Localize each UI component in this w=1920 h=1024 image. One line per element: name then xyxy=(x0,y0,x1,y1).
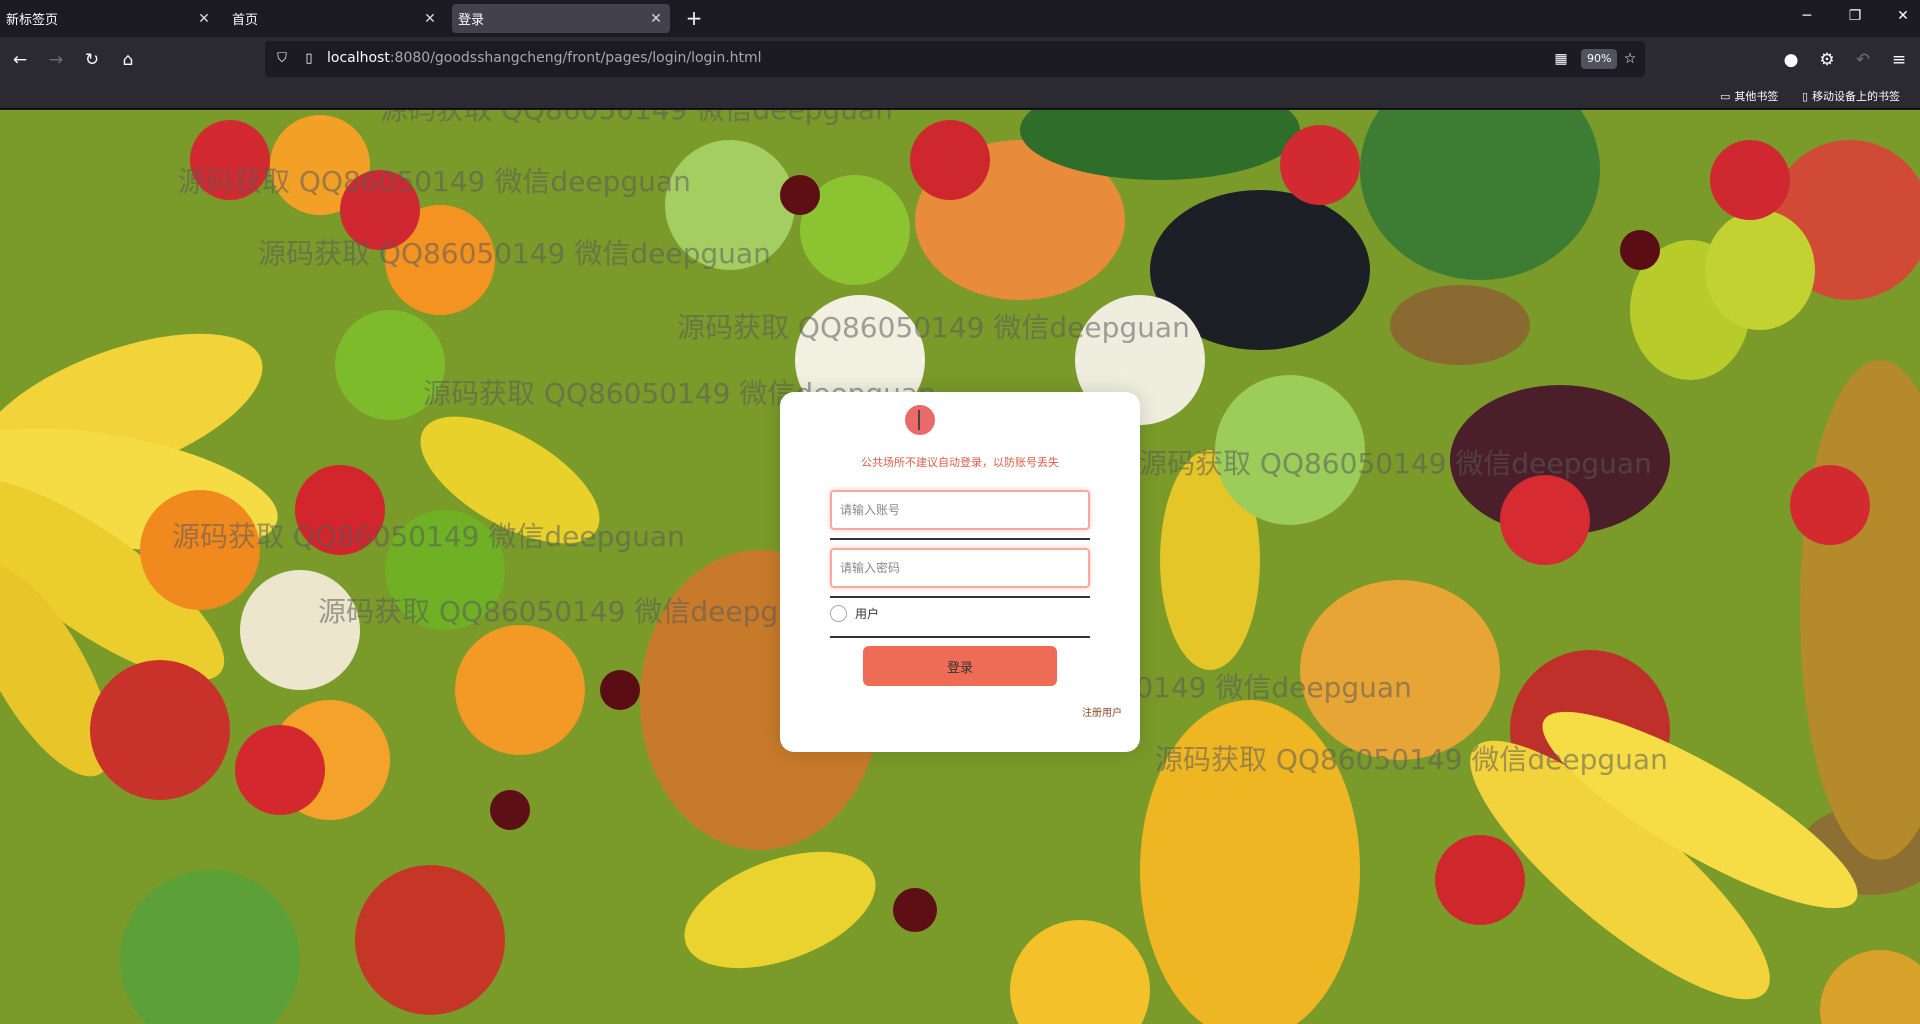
text-cursor-icon xyxy=(918,410,920,430)
mobile-icon: ▯ xyxy=(1802,89,1809,103)
role-radio[interactable] xyxy=(830,605,847,622)
account-input[interactable] xyxy=(830,490,1090,530)
register-link[interactable]: 注册用户 xyxy=(1082,704,1122,719)
page-content: 源码获取 QQ86050149 微信deepguan 源码获取 QQ860501… xyxy=(0,110,1920,1024)
role-underline xyxy=(830,636,1090,638)
password-input[interactable] xyxy=(830,548,1090,588)
role-label: 用户 xyxy=(855,607,880,621)
undo-icon[interactable]: ↶ xyxy=(1851,48,1875,72)
menu-icon[interactable]: ≡ xyxy=(1887,48,1911,72)
qr-code-icon[interactable]: ▦ xyxy=(1551,49,1571,69)
tab-new-tab[interactable]: 新标签页 ✕ xyxy=(0,4,218,33)
close-icon[interactable]: ✕ xyxy=(648,11,664,27)
page-info-icon[interactable]: ▯ xyxy=(300,50,318,68)
login-button[interactable]: 登录 xyxy=(863,646,1057,686)
tab-home[interactable]: 首页 ✕ xyxy=(226,4,444,33)
bookmark-mobile[interactable]: ▯ 移动设备上的书签 xyxy=(1802,88,1900,104)
url-path: :8080/goodsshangcheng/front/pages/login/… xyxy=(389,50,762,66)
shield-icon[interactable]: ⛉ xyxy=(273,50,291,68)
role-option-user[interactable]: 用户 xyxy=(830,605,879,622)
account-underline xyxy=(830,538,1090,540)
bookmark-other-label: 其他书签 xyxy=(1734,90,1779,103)
url-host: localhost xyxy=(327,50,390,66)
auto-login-warning: 公共场所不建议自动登录，以防账号丢失 xyxy=(861,456,1059,469)
home-icon[interactable]: ⌂ xyxy=(116,48,140,72)
forward-arrow-icon[interactable]: → xyxy=(44,48,68,72)
restore-icon[interactable]: ❐ xyxy=(1845,8,1865,28)
new-tab-plus-icon[interactable]: + xyxy=(682,7,706,31)
minimize-icon[interactable]: ─ xyxy=(1797,8,1817,28)
extensions-icon[interactable]: ⚙ xyxy=(1815,48,1839,72)
password-underline xyxy=(830,596,1090,598)
reload-icon[interactable]: ↻ xyxy=(80,48,104,72)
url-text[interactable]: localhost:8080/goodsshangcheng/front/pag… xyxy=(327,50,762,66)
back-arrow-icon[interactable]: ← xyxy=(8,48,32,72)
tab-title: 首页 xyxy=(232,13,259,28)
zoom-level-badge[interactable]: 90% xyxy=(1581,49,1618,69)
login-card: 公共场所不建议自动登录，以防账号丢失 用户 登录 注册用户 xyxy=(780,392,1140,752)
close-icon[interactable]: ✕ xyxy=(196,11,212,27)
tab-bar: 新标签页 ✕ 首页 ✕ 登录 ✕ + ─ ❐ ✕ xyxy=(0,0,1920,37)
bookmark-star-icon[interactable]: ☆ xyxy=(1620,49,1640,69)
bookmark-other[interactable]: ▭ 其他书签 xyxy=(1720,88,1778,104)
address-bar[interactable]: ⛉ ▯ localhost:8080/goodsshangcheng/front… xyxy=(265,41,1645,77)
account-icon[interactable]: ● xyxy=(1779,48,1803,72)
tab-login[interactable]: 登录 ✕ xyxy=(452,4,670,33)
nav-bar: ← → ↻ ⌂ ⛉ ▯ localhost:8080/goodsshangche… xyxy=(0,37,1920,83)
folder-icon: ▭ xyxy=(1720,89,1731,103)
window-close-icon[interactable]: ✕ xyxy=(1893,8,1913,28)
bookmark-mobile-label: 移动设备上的书签 xyxy=(1812,90,1901,103)
mouse-cursor-highlight xyxy=(905,405,935,435)
close-icon[interactable]: ✕ xyxy=(422,11,438,27)
bookmarks-bar: ▭ 其他书签 ▯ 移动设备上的书签 xyxy=(0,83,1920,109)
tab-title: 登录 xyxy=(458,13,485,28)
tab-title: 新标签页 xyxy=(6,13,59,28)
